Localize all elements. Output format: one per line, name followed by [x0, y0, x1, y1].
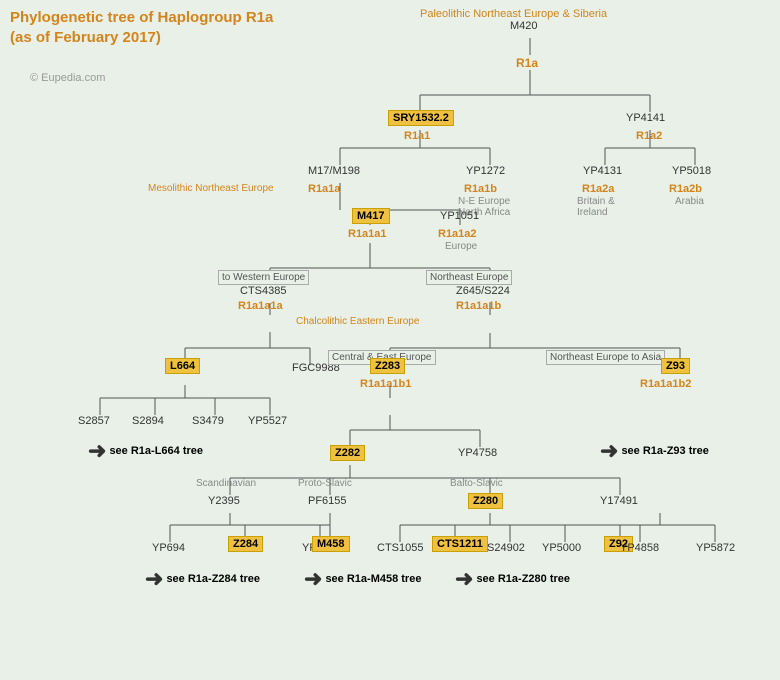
- node-Z93: Z93: [661, 360, 690, 372]
- node-YP5000: YP5000: [542, 542, 581, 554]
- see-M458-arrow: ➜ see R1a-M458 tree: [304, 566, 421, 592]
- node-YP4141: YP4141: [626, 112, 665, 124]
- node-Y17491: Y17491: [600, 495, 638, 507]
- node-CTS1211: CTS1211: [432, 538, 488, 550]
- balto-slavic-label: Balto-Slavic: [450, 478, 503, 489]
- page: Phylogenetic tree of Haplogroup R1a (as …: [0, 0, 780, 680]
- to-western-europe-label: to Western Europe: [218, 270, 309, 285]
- node-M17M198: M17/M198: [308, 165, 360, 177]
- node-Z282: Z282: [330, 447, 365, 459]
- node-Z284: Z284: [228, 538, 263, 550]
- node-YP694: YP694: [152, 542, 185, 554]
- see-Z93-arrow: ➜ see R1a-Z93 tree: [600, 438, 709, 464]
- node-CTS1055: CTS1055: [377, 542, 423, 554]
- node-Z280: Z280: [468, 495, 503, 507]
- node-YP5872: YP5872: [696, 542, 735, 554]
- scandinavian-label: Scandinavian: [196, 478, 256, 489]
- node-YP1051: YP1051: [440, 210, 479, 222]
- node-YP4131: YP4131: [583, 165, 622, 177]
- node-S2857: S2857: [78, 415, 110, 427]
- node-R1a1a2: R1a1a2: [438, 228, 477, 240]
- node-S24902: S24902: [487, 542, 525, 554]
- node-R1a1a1b: R1a1a1b: [456, 300, 501, 312]
- europe-label: Europe: [445, 241, 477, 252]
- node-PF6155: PF6155: [308, 495, 347, 507]
- see-L664-arrow: ➜ see R1a-L664 tree: [88, 438, 203, 464]
- node-YP5527: YP5527: [248, 415, 287, 427]
- arabia-label: Arabia: [675, 196, 704, 207]
- node-R1a1b: R1a1b: [464, 183, 497, 195]
- node-YP1272: YP1272: [466, 165, 505, 177]
- see-Z284-arrow: ➜ see R1a-Z284 tree: [145, 566, 260, 592]
- see-Z280-arrow: ➜ see R1a-Z280 tree: [455, 566, 570, 592]
- node-R1a1a1a: R1a1a1a: [238, 300, 283, 312]
- mesolithic-label: Mesolithic Northeast Europe: [148, 183, 274, 194]
- node-YP5018: YP5018: [672, 165, 711, 177]
- node-R1a2b: R1a2b: [669, 183, 702, 195]
- node-SRY1532: SRY1532.2: [388, 112, 454, 124]
- node-S3479: S3479: [192, 415, 224, 427]
- node-M420: M420: [510, 20, 538, 32]
- node-R1a1a1: R1a1a1: [348, 228, 387, 240]
- chalcolithic-label: Chalcolithic Eastern Europe: [296, 316, 419, 327]
- node-R1a1a1b1: R1a1a1b1: [360, 378, 411, 390]
- northeast-europe-label: Northeast Europe: [426, 270, 512, 285]
- node-Z283: Z283: [370, 360, 405, 372]
- node-S2894: S2894: [132, 415, 164, 427]
- node-YP4858: YP4858: [620, 542, 659, 554]
- ne-asia-label: Northeast Europe to Asia: [546, 350, 665, 365]
- node-M417: M417: [352, 210, 390, 222]
- node-Y2395: Y2395: [208, 495, 240, 507]
- node-R1a1a1b2: R1a1a1b2: [640, 378, 691, 390]
- node-R1a: R1a: [516, 56, 538, 70]
- proto-slavic-label: Proto-Slavic: [298, 478, 352, 489]
- node-YP4758: YP4758: [458, 447, 497, 459]
- node-R1a1a: R1a1a: [308, 183, 340, 195]
- node-R1a1: R1a1: [404, 130, 430, 142]
- britain-ireland-label: Britain & Ireland: [577, 196, 615, 218]
- node-CTS4385: CTS4385: [240, 285, 286, 297]
- node-L664: L664: [165, 360, 200, 372]
- node-R1a2: R1a2: [636, 130, 662, 142]
- node-R1a2a: R1a2a: [582, 183, 614, 195]
- node-Z645: Z645/S224: [456, 285, 510, 297]
- node-M458: M458: [312, 538, 350, 550]
